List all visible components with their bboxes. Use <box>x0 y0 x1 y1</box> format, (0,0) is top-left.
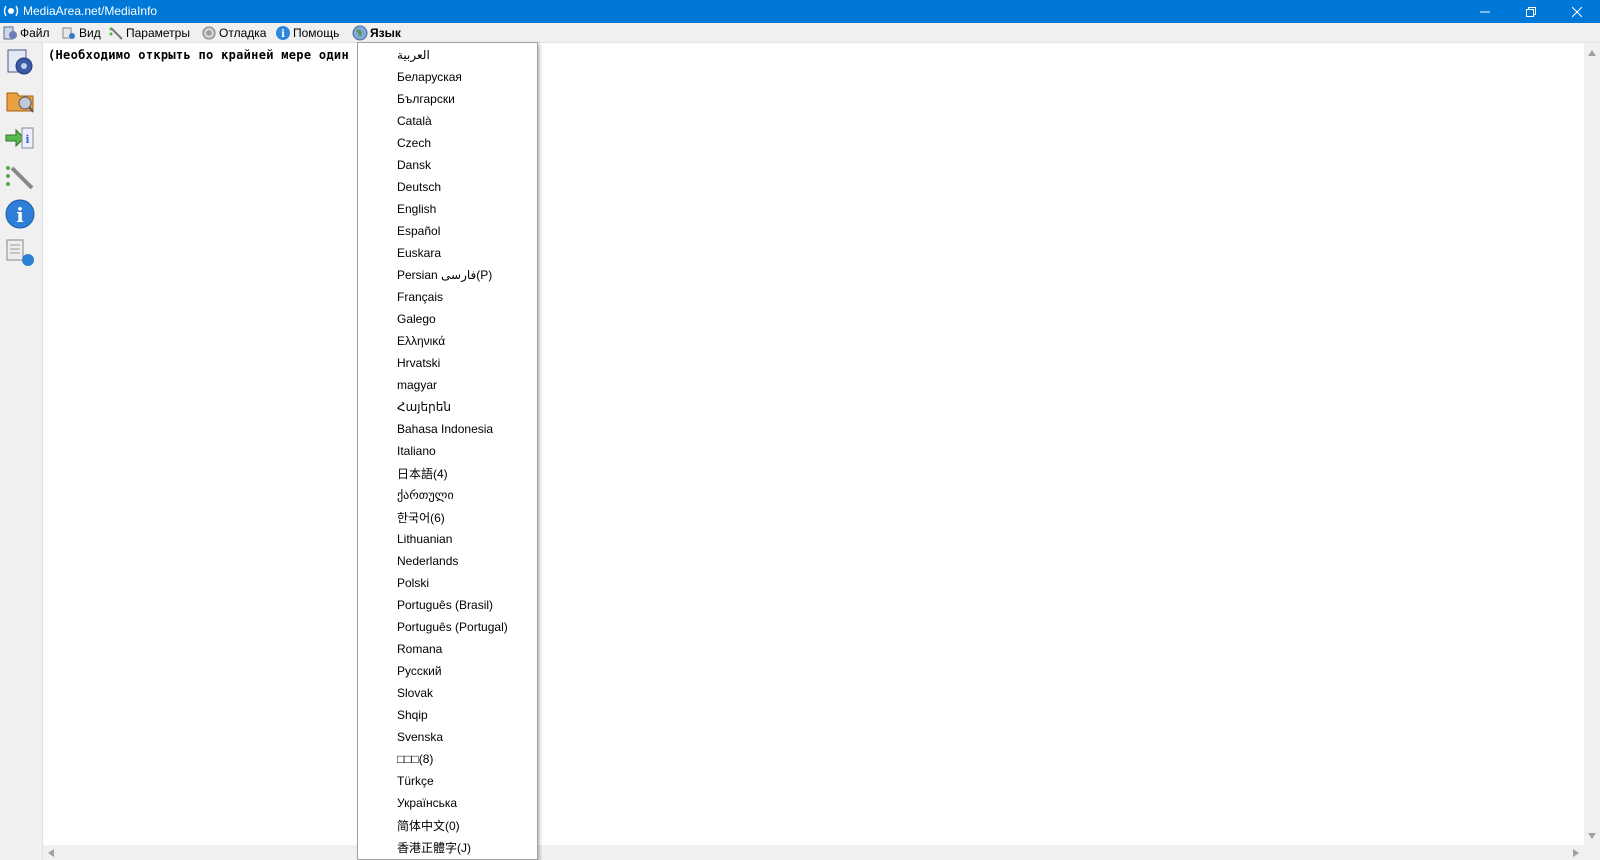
language-menu-item[interactable]: Euskara <box>359 242 536 264</box>
minimize-icon <box>1480 11 1490 12</box>
language-menu-item[interactable]: Polski <box>359 572 536 594</box>
svg-text:i: i <box>16 203 24 227</box>
open-folder-button[interactable] <box>2 83 38 117</box>
menu-view-label: Вид <box>79 25 101 40</box>
app-icon <box>3 5 19 17</box>
close-icon <box>1572 6 1582 17</box>
minimize-button[interactable] <box>1462 0 1508 23</box>
globe-icon <box>352 25 368 40</box>
window-title: MediaArea.net/MediaInfo <box>23 4 158 18</box>
language-menu-item[interactable]: Persian فارسی(P) <box>359 264 536 286</box>
restore-icon <box>1526 6 1536 17</box>
scroll-down-button[interactable] <box>1584 828 1600 843</box>
menu-debug[interactable]: Отладка <box>201 23 266 42</box>
language-menu-item[interactable]: Romana <box>359 638 536 660</box>
mediainfo-window: MediaArea.net/MediaInfo Файл Вид Парамет… <box>0 0 1600 860</box>
preferences-icon <box>6 166 34 190</box>
language-menu-item[interactable]: Français <box>359 286 536 308</box>
scrollbar-corner <box>1584 845 1600 860</box>
language-menu-item[interactable]: 香港正體字(J) <box>359 836 536 858</box>
svg-text:i: i <box>25 133 29 146</box>
language-menu-item[interactable]: Ελληνικά <box>359 330 536 352</box>
menu-language[interactable]: Язык <box>352 23 401 42</box>
scroll-right-icon <box>1573 848 1579 857</box>
language-menu-item[interactable]: Português (Brasil) <box>359 594 536 616</box>
language-menu-item[interactable]: Shqip <box>359 704 536 726</box>
debug-icon <box>202 26 216 39</box>
language-menu-item[interactable]: 简体中文(0) <box>359 814 536 836</box>
language-menu-item[interactable]: Svenska <box>359 726 536 748</box>
menu-file[interactable]: Файл <box>2 23 50 42</box>
menu-help-label: Помощь <box>293 25 340 40</box>
menu-options-label: Параметры <box>126 25 190 40</box>
about-button[interactable]: i <box>2 197 38 231</box>
language-menu-item[interactable]: Български <box>359 88 536 110</box>
language-menu-item[interactable]: Հայերեն <box>359 396 536 418</box>
language-menu-item[interactable]: Lithuanian <box>359 528 536 550</box>
preferences-button[interactable] <box>2 159 38 193</box>
knowledge-base-icon <box>6 239 34 266</box>
language-menu-item[interactable]: ქართული <box>359 484 536 506</box>
vertical-scrollbar[interactable] <box>1584 43 1600 845</box>
menu-bar: Файл Вид Параметры Отладка i Помощь Язык <box>0 23 1600 43</box>
view-icon <box>62 27 75 39</box>
left-toolbar: i i <box>0 43 43 860</box>
scroll-right-button[interactable] <box>1568 845 1584 860</box>
close-button[interactable] <box>1554 0 1600 23</box>
svg-text:i: i <box>281 29 285 40</box>
open-folder-icon <box>6 92 34 113</box>
language-menu-item[interactable]: Nederlands <box>359 550 536 572</box>
language-menu-item[interactable]: magyar <box>359 374 536 396</box>
scroll-up-icon <box>1588 49 1596 56</box>
language-menu-item[interactable]: Italiano <box>359 440 536 462</box>
language-menu-item[interactable]: Hrvatski <box>359 352 536 374</box>
language-menu-item[interactable]: Українська <box>359 792 536 814</box>
language-menu-item[interactable]: Dansk <box>359 154 536 176</box>
language-menu-item[interactable]: Беларуская <box>359 66 536 88</box>
restore-button[interactable] <box>1508 0 1554 23</box>
language-menu-item[interactable]: Català <box>359 110 536 132</box>
menu-view[interactable]: Вид <box>61 23 101 42</box>
language-menu-item[interactable]: Deutsch <box>359 176 536 198</box>
menu-help[interactable]: i Помощь <box>275 23 339 42</box>
language-menu-item[interactable]: Bahasa Indonesia <box>359 418 536 440</box>
language-menu-item[interactable]: Slovak <box>359 682 536 704</box>
language-menu-item[interactable]: Español <box>359 220 536 242</box>
language-menu-item[interactable]: العربية <box>359 44 536 66</box>
language-menu-item[interactable]: □□□(8) <box>359 748 536 770</box>
scroll-left-button[interactable] <box>43 845 59 860</box>
options-icon <box>109 26 123 40</box>
export-icon: i <box>5 127 34 149</box>
horizontal-scrollbar[interactable] <box>43 845 1584 860</box>
title-bar: MediaArea.net/MediaInfo <box>0 0 1600 23</box>
menu-options[interactable]: Параметры <box>108 23 190 42</box>
open-file-button[interactable] <box>2 45 38 79</box>
info-view[interactable]: (Необходимо открыть по крайней мере один… <box>43 43 1584 845</box>
language-menu-item[interactable]: 日本語(4) <box>359 462 536 484</box>
scroll-down-icon <box>1588 832 1596 839</box>
language-dropdown-menu: العربية Беларуская Български Català Czech Dan… <box>357 42 538 860</box>
language-menu-item[interactable]: 한국어(6) <box>359 506 536 528</box>
language-menu-item[interactable]: Galego <box>359 308 536 330</box>
language-menu-item[interactable]: Türkçe <box>359 770 536 792</box>
menu-language-label: Язык <box>370 25 401 40</box>
open-file-icon <box>7 49 33 75</box>
language-menu-item[interactable]: Русский <box>359 660 536 682</box>
scroll-left-icon <box>48 848 54 857</box>
menu-debug-label: Отладка <box>219 25 267 40</box>
export-button[interactable]: i <box>2 121 38 155</box>
knowledge-base-button[interactable] <box>2 235 38 269</box>
language-menu-item[interactable]: Português (Portugal) <box>359 616 536 638</box>
file-icon <box>3 26 17 39</box>
language-menu-item[interactable]: Czech <box>359 132 536 154</box>
about-icon: i <box>5 199 35 229</box>
menu-file-label: Файл <box>20 25 50 40</box>
empty-state-message: (Необходимо открыть по крайней мере один… <box>48 48 395 62</box>
help-icon: i <box>276 25 290 40</box>
language-menu-item[interactable]: English <box>359 198 536 220</box>
scroll-up-button[interactable] <box>1584 45 1600 60</box>
